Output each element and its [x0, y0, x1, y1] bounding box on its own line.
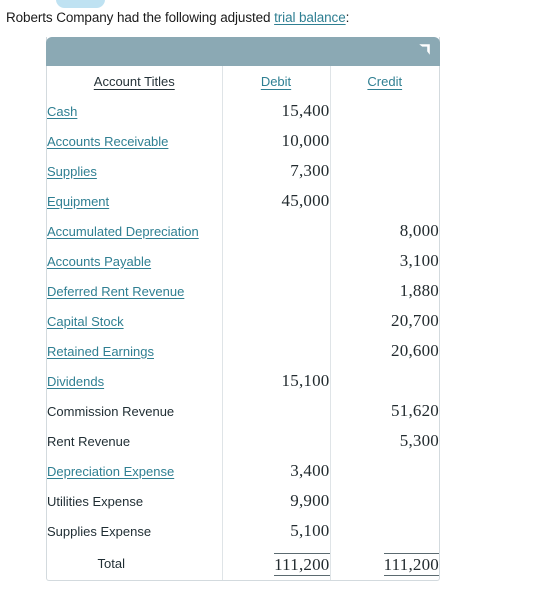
debit-depreciation-expense: 3,400 [221, 456, 330, 486]
table-titlebar [46, 37, 440, 66]
debit-accounts-receivable: 10,000 [221, 126, 330, 156]
debit-rent-revenue [221, 426, 330, 456]
table-row: Cash 15,400 [47, 96, 439, 126]
corner-flag-icon [419, 44, 430, 55]
table-row: Accumulated Depreciation 8,000 [47, 216, 439, 246]
account-title-retained-earnings[interactable]: Retained Earnings [47, 336, 222, 366]
column-header-debit[interactable]: Debit [221, 66, 330, 96]
table-row: Accounts Payable 3,100 [47, 246, 439, 276]
intro-sentence: Roberts Company had the following adjust… [6, 10, 349, 25]
credit-accounts-payable: 3,100 [329, 246, 439, 276]
table-row: Accounts Receivable 10,000 [47, 126, 439, 156]
credit-rent-revenue: 5,300 [329, 426, 439, 456]
table-body: Cash 15,400 Accounts Receivable 10,000 S… [47, 96, 439, 580]
account-title-cash[interactable]: Cash [47, 96, 222, 126]
column-header-account-titles: Account Titles [93, 73, 175, 89]
credit-commission-revenue: 51,620 [329, 396, 439, 426]
table-row: Dividends 15,100 [47, 366, 439, 396]
trial-balance-table: Account Titles Debit Credit Cash 15,400 … [47, 66, 439, 580]
debit-retained-earnings [221, 336, 330, 366]
debit-dividends: 15,100 [221, 366, 330, 396]
account-title-supplies[interactable]: Supplies [47, 156, 222, 186]
table-row: Retained Earnings 20,600 [47, 336, 439, 366]
table-row: Rent Revenue 5,300 [47, 426, 439, 456]
debit-capital-stock [221, 306, 330, 336]
debit-accounts-payable [221, 246, 330, 276]
credit-retained-earnings: 20,600 [329, 336, 439, 366]
credit-equipment [329, 186, 439, 216]
credit-accounts-receivable [329, 126, 439, 156]
table-row: Commission Revenue 51,620 [47, 396, 439, 426]
account-title-commission-revenue: Commission Revenue [47, 403, 175, 419]
debit-utilities-expense: 9,900 [221, 486, 330, 516]
table-row: Depreciation Expense 3,400 [47, 456, 439, 486]
credit-depreciation-expense [329, 456, 439, 486]
debit-equipment: 45,000 [221, 186, 330, 216]
account-title-accounts-payable[interactable]: Accounts Payable [47, 246, 222, 276]
debit-accumulated-depreciation [221, 216, 330, 246]
account-title-utilities-expense: Utilities Expense [47, 493, 144, 509]
credit-supplies-expense [329, 516, 439, 546]
total-credit: 111,200 [329, 546, 439, 580]
credit-supplies [329, 156, 439, 186]
credit-capital-stock: 20,700 [329, 306, 439, 336]
intro-text-after: : [345, 10, 350, 25]
table-total-row: Total 111,200 111,200 [47, 546, 439, 580]
account-title-equipment[interactable]: Equipment [47, 186, 222, 216]
account-title-supplies-expense: Supplies Expense [47, 523, 152, 539]
column-header-credit[interactable]: Credit [329, 66, 439, 96]
account-title-rent-revenue: Rent Revenue [47, 433, 131, 449]
debit-commission-revenue [221, 396, 330, 426]
total-debit: 111,200 [221, 546, 330, 580]
debit-supplies-expense: 5,100 [221, 516, 330, 546]
trial-balance-link[interactable]: trial balance [274, 10, 346, 25]
debit-cash: 15,400 [221, 96, 330, 126]
account-title-depreciation-expense[interactable]: Depreciation Expense [47, 456, 222, 486]
table-row: Equipment 45,000 [47, 186, 439, 216]
credit-accumulated-depreciation: 8,000 [329, 216, 439, 246]
account-title-accumulated-depreciation[interactable]: Accumulated Depreciation [47, 216, 222, 246]
table-header-row: Account Titles Debit Credit [47, 66, 439, 96]
table-row: Deferred Rent Revenue 1,880 [47, 276, 439, 306]
debit-deferred-rent-revenue [221, 276, 330, 306]
debit-supplies: 7,300 [221, 156, 330, 186]
account-title-deferred-rent-revenue[interactable]: Deferred Rent Revenue [47, 276, 222, 306]
account-title-accounts-receivable[interactable]: Accounts Receivable [47, 126, 222, 156]
table-row: Supplies Expense 5,100 [47, 516, 439, 546]
credit-utilities-expense [329, 486, 439, 516]
credit-deferred-rent-revenue: 1,880 [329, 276, 439, 306]
credit-dividends [329, 366, 439, 396]
total-label: Total [97, 555, 125, 571]
account-title-dividends[interactable]: Dividends [47, 366, 222, 396]
table-row: Capital Stock 20,700 [47, 306, 439, 336]
intro-text-before: Roberts Company had the following adjust… [6, 10, 275, 25]
table-row: Utilities Expense 9,900 [47, 486, 439, 516]
credit-cash [329, 96, 439, 126]
trial-balance-table-card: Account Titles Debit Credit Cash 15,400 … [46, 37, 440, 581]
account-title-capital-stock[interactable]: Capital Stock [47, 306, 222, 336]
table-row: Supplies 7,300 [47, 156, 439, 186]
partial-highlight-pill [56, 0, 105, 8]
